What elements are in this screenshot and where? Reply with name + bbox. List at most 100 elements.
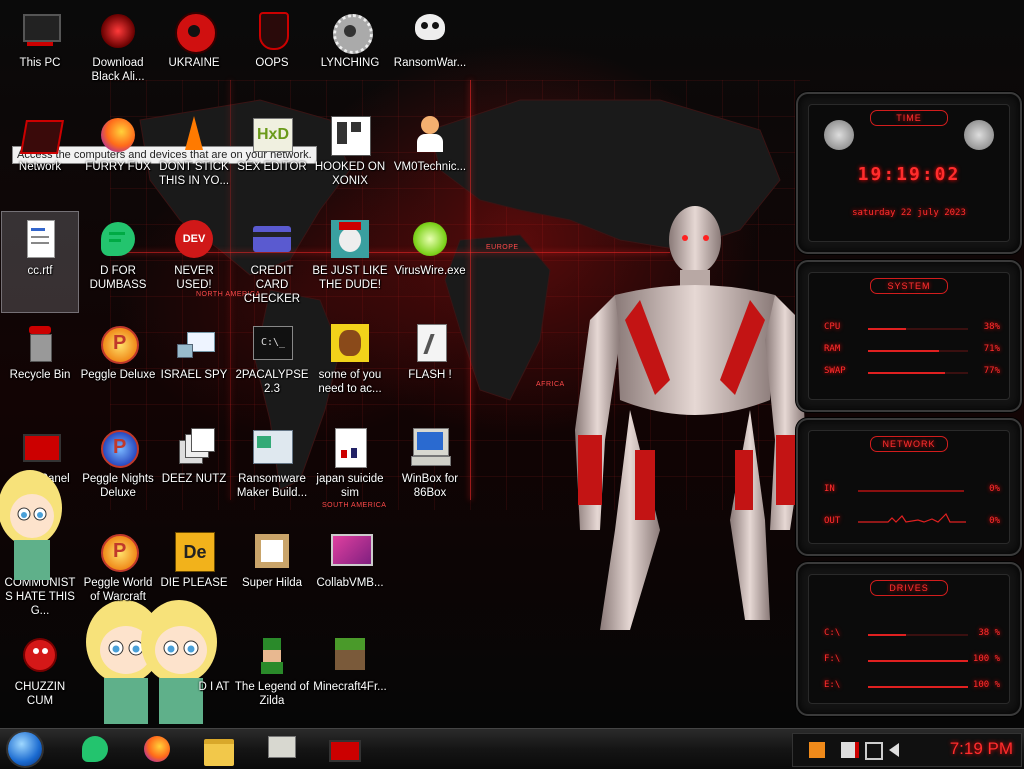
desktop-icon-chuzzin[interactable]: CHUZZIN CUM (2, 628, 78, 728)
desktop-icon-deez-nutz[interactable]: DEEZ NUTZ (156, 420, 232, 520)
console-icon: C:\_ (251, 322, 293, 364)
desktop-icon-ransomwar[interactable]: RansomWar... (392, 4, 468, 104)
desktop-icon-network[interactable]: Network (2, 108, 78, 208)
network-out-label: OUT (824, 516, 841, 526)
desktop-icon-minecraft[interactable]: Minecraft4Fr... (312, 628, 388, 728)
desktop-icon-lynching[interactable]: LYNCHING (312, 4, 388, 104)
system-row-value: 38% (983, 322, 1000, 332)
desktop-icon-flash[interactable]: FLASH ! (392, 316, 468, 416)
credit-card-icon (251, 218, 293, 260)
peggle-icon: P (97, 530, 139, 572)
desktop[interactable]: NORTH AMERICA SOUTH AMERICA EUROPE AFRIC… (0, 0, 1024, 728)
drive-row-label: C:\ (824, 628, 841, 638)
desktop-icon-xonix[interactable]: HOOKED ON XONIX (312, 108, 388, 208)
control-panel-icon (19, 426, 61, 468)
firefox-icon (97, 114, 139, 156)
taskbar-red-app[interactable] (328, 734, 361, 764)
computer-icon (19, 10, 61, 52)
desktop-icon-d-for-dumbass[interactable]: D FOR DUMBASS (80, 212, 156, 312)
desktop-icon-oops[interactable]: OOPS (234, 4, 310, 104)
desktop-icon-ukraine[interactable]: UKRAINE (156, 4, 232, 104)
desktop-icon-die-please[interactable]: De DIE PLEASE (156, 524, 232, 624)
icon-label: ISRAEL SPY (160, 369, 228, 381)
desktop-icon-peggle-deluxe[interactable]: P Peggle Deluxe (80, 316, 156, 416)
icon-label: CREDIT CARD CHECKER (243, 265, 301, 305)
start-button[interactable] (8, 732, 42, 766)
alien-head-icon (964, 120, 994, 150)
desktop-icon-super-hilda[interactable]: Super Hilda (234, 524, 310, 624)
icon-label: The Legend of Zilda (234, 681, 310, 707)
app-window-icon (251, 426, 293, 468)
taskbar-file-explorer[interactable] (204, 734, 234, 766)
desktop-icon-israel-spy[interactable]: ISRAEL SPY (156, 316, 232, 416)
icon-label: FLASH ! (408, 369, 452, 381)
desktop-icon-sex-editor[interactable]: HxD SEX EDITOR (234, 108, 310, 208)
network-gadget[interactable]: NETWORK IN 0% OUT 0% (796, 418, 1022, 556)
icon-label: UKRAINE (168, 57, 220, 69)
drive-row-value: 100 % (972, 680, 1000, 690)
dev-cpp-icon: DEV (173, 218, 215, 260)
monitor-icon (329, 530, 373, 572)
lime-icon (409, 218, 451, 260)
desktop-icon-zilda[interactable]: The Legend of Zilda (234, 628, 310, 728)
network-out-graph (858, 512, 966, 523)
taskbar: 7:19 PM (0, 728, 1024, 769)
system-gadget[interactable]: SYSTEM CPU 38% RAM 71% SWAP 77% (796, 260, 1022, 412)
desktop-icon-viruswire[interactable]: VirusWire.exe (392, 212, 468, 312)
drive-row-label: F:\ (824, 654, 841, 664)
volume-icon[interactable] (889, 743, 899, 757)
icon-label: FURRY FUX (85, 161, 151, 173)
cartoon-girl-sticker (0, 470, 62, 580)
icon-label: some of you need to ac... (318, 369, 382, 395)
security-warning-icon[interactable] (841, 742, 859, 758)
time-gadget-clock: 19:19:02 (857, 164, 961, 185)
icon-label: DIE PLEASE (160, 577, 228, 589)
desktop-icon-credit-card[interactable]: CREDIT CARD CHECKER (234, 212, 310, 312)
wallpaper-glow-line (470, 80, 471, 500)
peggle-icon: P (97, 322, 139, 364)
skull-icon (409, 10, 451, 52)
desktop-icon-ransomware-maker[interactable]: Ransomware Maker Build... (234, 420, 310, 520)
radiation-icon (173, 10, 217, 54)
icon-label: D FOR DUMBASS (89, 265, 147, 291)
tray-app-icon[interactable] (809, 742, 825, 758)
network-icon (19, 114, 64, 156)
desktop-icon-some-of-you[interactable]: some of you need to ac... (312, 316, 388, 416)
drive-row-level-bar (868, 634, 968, 636)
icon-label: LYNCHING (320, 57, 380, 69)
network-tray-icon[interactable] (865, 742, 883, 760)
desktop-icon-cc-rtf[interactable]: cc.rtf (1, 211, 79, 313)
desktop-icon-2pacalypse[interactable]: C:\_ 2PACALYPSE 2.3 (234, 316, 310, 416)
network-in-line (858, 490, 964, 492)
desktop-icon-winbox[interactable]: WinBox for 86Box (392, 420, 468, 520)
desktop-icon-furry-fux[interactable]: FURRY FUX (80, 108, 156, 208)
desktop-icon-this-pc[interactable]: This PC (2, 4, 78, 104)
taskbar-winbox[interactable] (266, 734, 296, 764)
drives-gadget[interactable]: DRIVES C:\ 38 % F:\ 100 % E:\ 100 % (796, 562, 1022, 716)
desktop-icon-recycle-bin[interactable]: Recycle Bin (2, 316, 78, 416)
desktop-icon-d-i-at[interactable]: D I AT (156, 628, 232, 728)
desktop-icon-collabvm[interactable]: CollabVMB... (312, 524, 388, 624)
xonix-game-icon (329, 114, 371, 156)
drive-row-label: E:\ (824, 680, 841, 690)
desktop-icon-japan-sim[interactable]: japan suicide sim (312, 420, 388, 520)
time-gadget[interactable]: TIME 19:19:02 saturday 22 july 2023 (796, 92, 1022, 254)
pixel-cat-icon (251, 530, 293, 572)
taskbar-firefox[interactable] (142, 734, 172, 764)
document-icon (329, 426, 371, 468)
desktop-icon-never-used[interactable]: DEV NEVER USED! (156, 212, 232, 312)
taskbar-chat-app[interactable] (80, 734, 110, 764)
system-row-level-bar (868, 328, 968, 330)
icon-label: Peggle World of Warcraft (83, 577, 153, 603)
taskbar-clock[interactable]: 7:19 PM (923, 739, 1013, 759)
icon-label: HOOKED ON XONIX (314, 161, 386, 187)
desktop-icon-vm0technic[interactable]: VM0Technic... (392, 108, 468, 208)
icon-label: CHUZZIN CUM (14, 681, 66, 707)
icon-label: Peggle Nights Deluxe (82, 473, 154, 499)
desktop-icon-peggle-nights[interactable]: P Peggle Nights Deluxe (80, 420, 156, 520)
desktop-icon-peggle-wow[interactable]: P Peggle World of Warcraft (80, 524, 156, 624)
desktop-icon-the-dude[interactable]: BE JUST LIKE THE DUDE! (312, 212, 388, 312)
desktop-icon-download-black[interactable]: Download Black Ali... (80, 4, 156, 104)
hxd-icon: HxD (251, 114, 293, 156)
desktop-icon-dont-stick[interactable]: DONT STICK THIS IN YO... (156, 108, 232, 208)
